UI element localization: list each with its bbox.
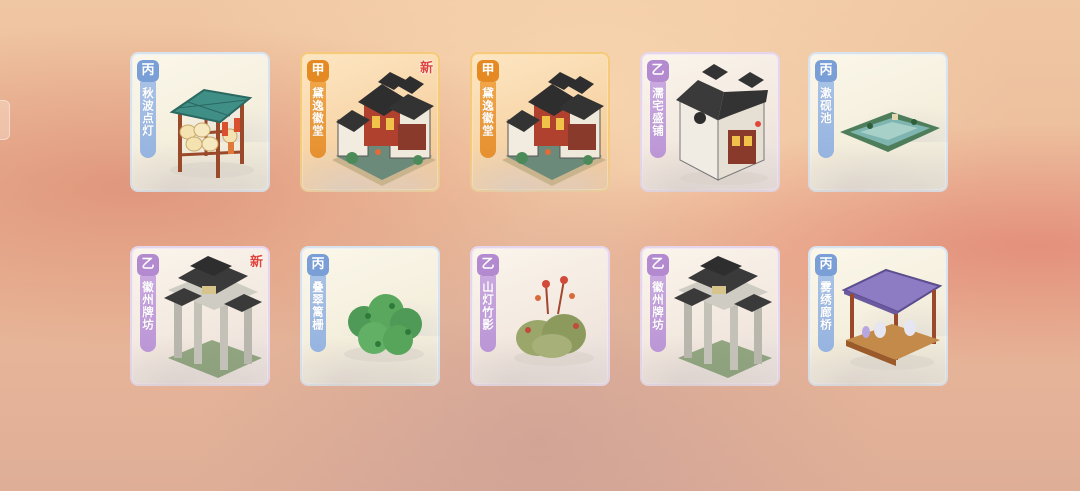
grade-badge: 甲 (477, 60, 499, 82)
item-name: 秋波点灯 (141, 87, 155, 137)
item-card[interactable]: 乙 濡宅盛铺 (640, 52, 780, 192)
grade-badge: 乙 (647, 60, 669, 82)
grade-badge: 丙 (307, 254, 329, 276)
white-wall-shop-icon (676, 64, 768, 185)
item-card[interactable]: 乙 徽州牌坊 (640, 246, 780, 386)
grade-badge: 乙 (137, 254, 159, 276)
memorial-archway-icon (674, 256, 772, 378)
item-name: 雾绣廊桥 (819, 281, 833, 331)
item-name: 山灯竹影 (481, 281, 495, 331)
item-name: 濡宅盛铺 (651, 87, 665, 137)
item-name: 徽州牌坊 (141, 281, 155, 331)
lantern-pavilion-icon (169, 88, 254, 178)
grade-badge: 乙 (477, 254, 499, 276)
item-name: 漱砚池 (819, 87, 833, 125)
grade-badge: 丙 (815, 60, 837, 82)
new-badge: 新 (419, 61, 433, 76)
item-name: 黛逸徽堂 (481, 87, 495, 137)
purple-pavilion-icon (841, 268, 943, 370)
grade-badge: 乙 (647, 254, 669, 276)
hui-mansion-icon (502, 72, 606, 186)
rock-bamboo-icon (514, 276, 594, 366)
new-badge: 新 (249, 255, 263, 270)
item-card[interactable]: 乙 山灯竹影 (470, 246, 610, 386)
grade-badge: 甲 (307, 60, 329, 82)
item-card[interactable]: 丙 叠翠篱栅 (300, 246, 440, 386)
side-tab-handle[interactable] (0, 100, 10, 140)
item-name: 叠翠篱栅 (311, 281, 325, 331)
memorial-archway-icon (164, 256, 262, 378)
item-card[interactable]: 丙 漱砚池 (808, 52, 948, 192)
hui-mansion-icon (332, 72, 436, 186)
item-card[interactable]: 乙 徽州牌坊 新 (130, 246, 270, 386)
item-card[interactable]: 丙 雾绣廊桥 (808, 246, 948, 386)
item-name: 黛逸徽堂 (311, 87, 325, 137)
reward-screen: 丙 秋波点灯 甲 黛逸徽堂 新 甲 黛逸徽堂 乙 濡宅盛铺 丙 漱砚池 乙 徽州… (0, 0, 1080, 491)
item-name: 徽州牌坊 (651, 281, 665, 331)
item-card[interactable]: 甲 黛逸徽堂 (470, 52, 610, 192)
grade-badge: 丙 (815, 254, 837, 276)
green-hedge-icon (344, 294, 424, 362)
item-card[interactable]: 甲 黛逸徽堂 新 (300, 52, 440, 192)
item-card[interactable]: 丙 秋波点灯 (130, 52, 270, 192)
grade-badge: 丙 (137, 60, 159, 82)
ink-pond-icon (840, 112, 940, 152)
